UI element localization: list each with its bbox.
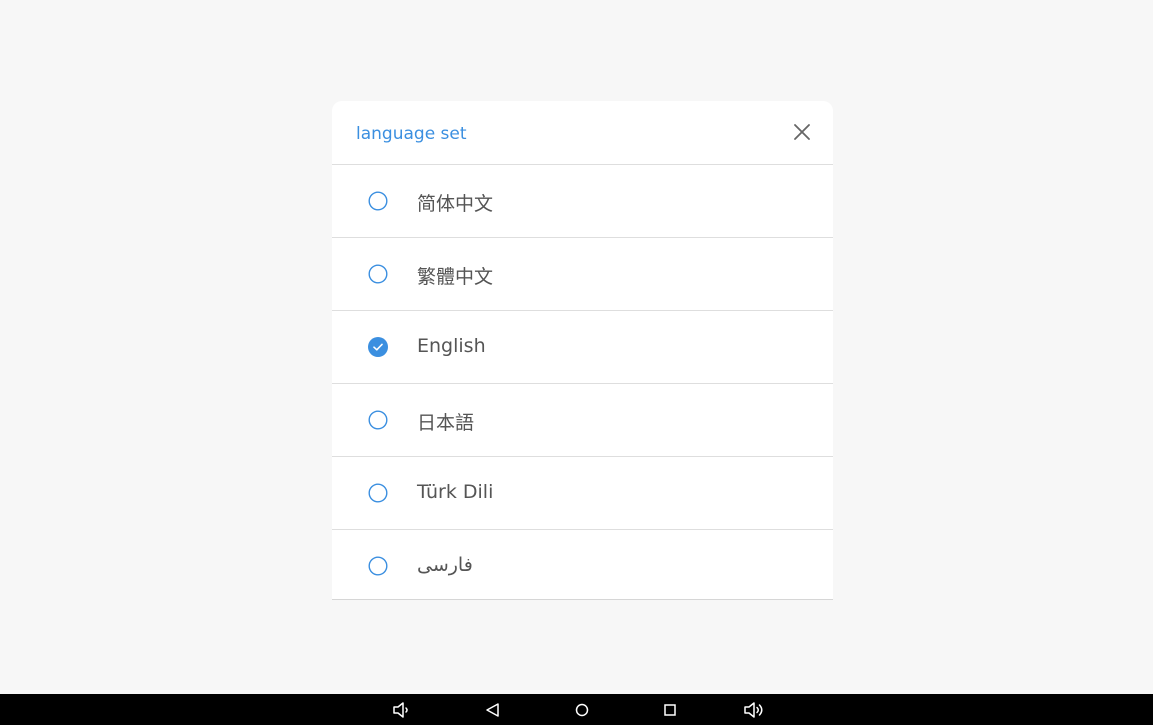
- close-button[interactable]: [787, 117, 817, 147]
- radio-checked-icon[interactable]: [368, 337, 388, 357]
- language-option-label: English: [417, 335, 486, 357]
- language-option-traditional-chinese[interactable]: 繁體中文: [332, 238, 833, 311]
- language-option-list: 简体中文 繁體中文 English 日本語 Türk Dili فارسی: [332, 165, 833, 602]
- dialog-title: language set: [356, 124, 467, 144]
- language-option-persian[interactable]: فارسی: [332, 530, 833, 602]
- radio-unchecked-icon[interactable]: [368, 556, 388, 576]
- screen: language set 简体中文 繁體中文 English 日本語 Türk …: [0, 0, 1153, 725]
- radio-unchecked-icon[interactable]: [368, 410, 388, 430]
- language-option-label: فارسی: [417, 554, 473, 576]
- language-option-label: 日本語: [417, 412, 475, 434]
- back-icon: [486, 703, 499, 717]
- language-option-simplified-chinese[interactable]: 简体中文: [332, 165, 833, 238]
- language-option-turkish[interactable]: Türk Dili: [332, 457, 833, 530]
- home-button[interactable]: [571, 701, 593, 719]
- language-option-label: 繁體中文: [417, 266, 494, 288]
- radio-unchecked-icon[interactable]: [368, 264, 388, 284]
- language-option-english[interactable]: English: [332, 311, 833, 384]
- close-icon: [794, 124, 810, 140]
- recents-icon: [664, 704, 676, 716]
- language-option-japanese[interactable]: 日本語: [332, 384, 833, 457]
- system-navigation-bar: [0, 694, 1153, 725]
- back-button[interactable]: [482, 701, 504, 719]
- volume-down-icon: [393, 702, 408, 718]
- radio-unchecked-icon[interactable]: [368, 483, 388, 503]
- volume-up-icon: [744, 702, 763, 718]
- home-icon: [575, 703, 589, 717]
- volume-down-button[interactable]: [392, 701, 414, 719]
- volume-up-button[interactable]: [743, 701, 765, 719]
- dialog-header: language set: [332, 101, 833, 165]
- radio-unchecked-icon[interactable]: [368, 191, 388, 211]
- language-option-label: 简体中文: [417, 193, 494, 215]
- language-dialog: language set 简体中文 繁體中文 English 日本語 Türk …: [332, 101, 833, 600]
- language-option-label: Türk Dili: [417, 481, 494, 503]
- recents-button[interactable]: [659, 701, 681, 719]
